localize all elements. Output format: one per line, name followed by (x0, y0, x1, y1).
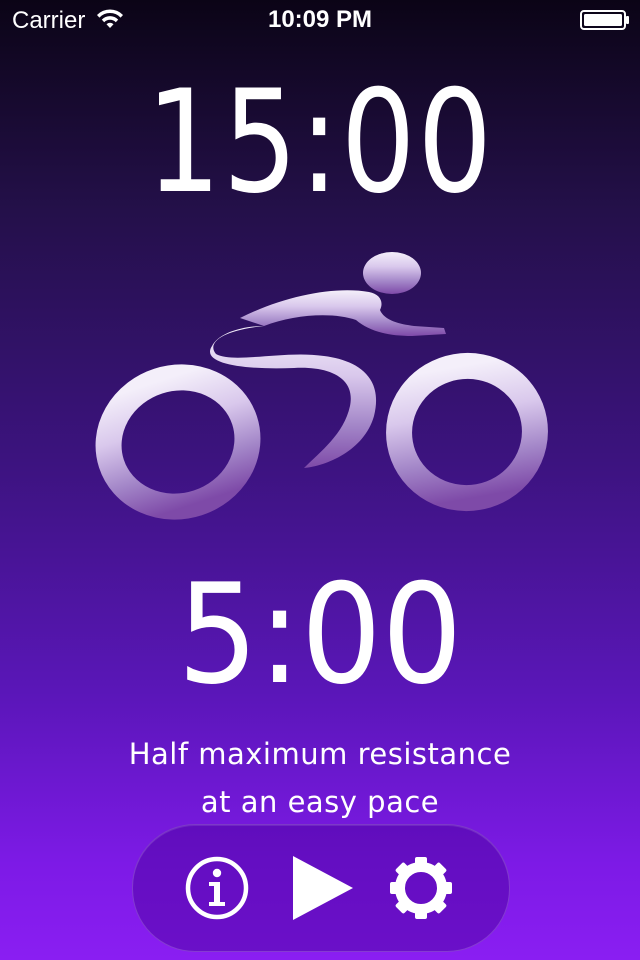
status-bar: Carrier 10:09 PM (0, 0, 640, 40)
battery-icon (580, 10, 629, 30)
play-icon (293, 856, 353, 920)
instruction-text: Half maximum resistance at an easy pace (0, 730, 640, 826)
gear-icon (390, 857, 452, 919)
cyclist-icon (95, 252, 548, 520)
control-bar (132, 824, 510, 952)
info-icon (185, 856, 249, 920)
instruction-line-2: at an easy pace (200, 785, 440, 819)
interval-time-value: 5:00 (177, 554, 463, 715)
total-time-display: 15:00 (0, 58, 640, 228)
status-clock: 10:09 PM (267, 6, 373, 33)
instruction-line-1: Half maximum resistance (128, 737, 512, 771)
play-button[interactable] (285, 852, 357, 924)
settings-button[interactable] (385, 852, 457, 924)
info-button[interactable] (181, 852, 253, 924)
interval-time-display: 5:00 (0, 560, 640, 710)
total-time-value: 15:00 (146, 60, 494, 225)
